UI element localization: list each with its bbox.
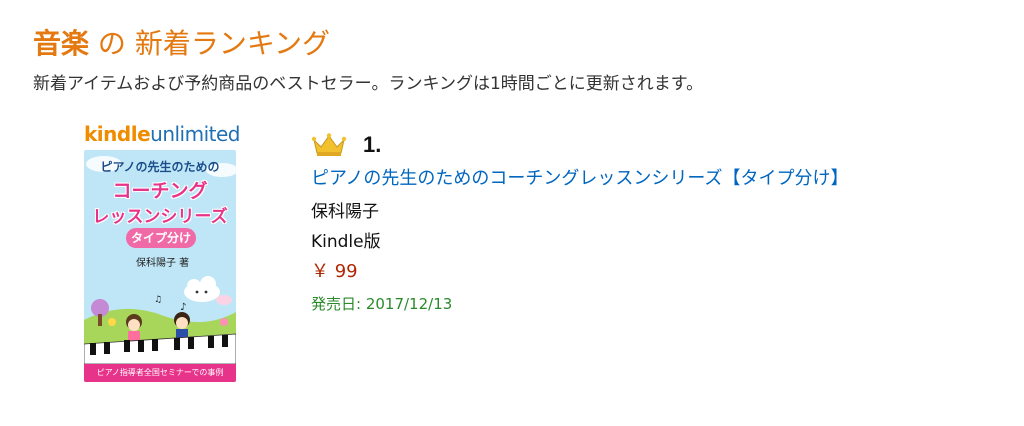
cover-title-line1: ピアノの先生のための	[100, 160, 220, 174]
item-price: ￥ 99	[311, 261, 358, 282]
page-title: 音楽 の 新着ランキング	[33, 26, 330, 62]
cover-footer: ピアノ指導者全国セミナーでの事例	[84, 364, 236, 382]
kindle-unlimited-logo-part1: kindle	[84, 122, 151, 146]
category-name[interactable]: 音楽	[33, 27, 89, 60]
rank-row: 1.	[311, 129, 381, 161]
kindle-unlimited-logo-part2: unlimited	[150, 122, 240, 146]
svg-text:♪: ♪	[180, 302, 186, 313]
item-format: Kindle版	[311, 232, 381, 252]
rank-number: 1.	[363, 132, 382, 157]
book-cover-link[interactable]: kindleunlimited ♪ ♫ ピアノの先生のための コーチング レッス…	[84, 120, 240, 384]
crown-icon	[311, 133, 347, 156]
book-cover-image: ♪ ♫ ピアノの先生のための コーチング レッスンシリーズ タイプ分け 保科陽子…	[84, 150, 236, 382]
item-author: 保科陽子	[311, 202, 379, 222]
svg-text:♫: ♫	[154, 295, 162, 305]
item-release-date: 発売日: 2017/12/13	[311, 295, 453, 313]
cover-author: 保科陽子 著	[136, 258, 190, 269]
page-title-text: の 新着ランキング	[89, 27, 330, 60]
cover-badge: タイプ分け	[126, 228, 196, 248]
cover-title-line3: レッスンシリーズ	[92, 207, 228, 227]
cover-title-line2: コーチング	[112, 180, 208, 202]
page-subtitle: 新着アイテムおよび予約商品のベストセラー。ランキングは1時間ごとに更新されます。	[33, 74, 704, 94]
item-title-link[interactable]: ピアノの先生のためのコーチングレッスンシリーズ【タイプ分け】	[311, 166, 848, 192]
kindle-unlimited-logo: kindleunlimited	[84, 120, 240, 148]
